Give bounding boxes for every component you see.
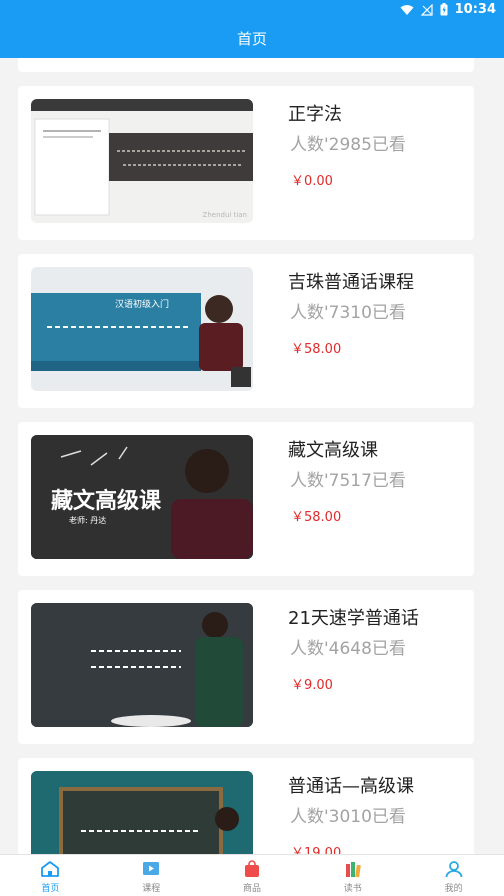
status-icons: 10:34 [400,2,496,17]
wifi-icon [400,4,414,15]
course-card[interactable]: 普通话—高级课 人数'3010已看 ￥19.00 [18,758,474,854]
course-price: ￥19.00 [291,846,342,854]
books-icon [345,862,361,878]
course-price: ￥9.00 [291,678,333,693]
user-icon [445,861,462,878]
video-icon [143,862,160,875]
status-time: 10:34 [454,2,496,17]
course-price: ￥58.00 [291,342,342,357]
thumbnail-caption: 汉语初级入门 [115,300,170,310]
battery-icon [440,3,448,16]
course-card[interactable]: Zhendui tian 正字法 人数'2985已看 ￥0.00 [18,86,474,240]
status-bar: 10:34 [0,0,504,20]
course-thumbnail[interactable]: 藏文高级课 老师: 丹达 [31,435,253,559]
course-viewers: 人数'3010已看 [290,807,406,827]
course-viewers: 人数'2985已看 [290,135,406,155]
bottom-tab-bar: 首页 课程 商品 读书 我的 [0,854,504,896]
tab-label: 读书 [343,884,362,894]
signal-icon [420,3,433,16]
thumbnail-title: 藏文高级课 [51,489,162,514]
course-viewers: 人数'7310已看 [290,303,406,323]
course-title[interactable]: 普通话—高级课 [288,772,414,798]
bag-icon [244,860,259,877]
tab-goods[interactable]: 商品 [202,855,303,896]
thumbnail-teacher: 老师: 丹达 [69,516,107,525]
course-viewers: 人数'4648已看 [290,639,406,659]
tab-mine[interactable]: 我的 [403,855,504,896]
tab-home[interactable]: 首页 [0,855,101,896]
thumbnail-art-2 [31,267,253,391]
course-title[interactable]: 正字法 [288,100,342,126]
course-thumbnail[interactable] [31,771,253,854]
previous-card-edge [18,58,474,72]
tab-label: 首页 [41,884,60,894]
tab-label: 商品 [242,884,261,894]
course-viewers: 人数'7517已看 [290,471,406,491]
thumbnail-art-1 [31,99,253,216]
course-thumbnail[interactable]: Zhendui tian [31,99,253,223]
app-header: 首页 [0,20,504,58]
course-card[interactable]: 汉语初级入门 吉珠普通话课程 人数'7310已看 ￥58.00 [18,254,474,408]
course-price: ￥58.00 [291,510,342,525]
thumbnail-art-5 [31,771,253,854]
tab-label: 课程 [142,884,161,894]
course-feed[interactable]: Zhendui tian 正字法 人数'2985已看 ￥0.00 汉语初级入门 … [0,58,504,854]
course-title[interactable]: 吉珠普通话课程 [288,268,414,294]
course-title[interactable]: 藏文高级课 [288,436,378,462]
tab-course[interactable]: 课程 [101,855,202,896]
course-thumbnail[interactable]: 汉语初级入门 [31,267,253,391]
course-thumbnail[interactable] [31,603,253,727]
page-title: 首页 [236,30,267,48]
thumbnail-caption: Zhendui tian [202,211,247,219]
course-card[interactable]: 21天速学普通话 人数'4648已看 ￥9.00 [18,590,474,744]
tab-reading[interactable]: 读书 [302,855,403,896]
home-icon [41,861,60,877]
thumbnail-art-4 [31,603,253,727]
course-title[interactable]: 21天速学普通话 [288,604,419,630]
course-price: ￥0.00 [291,174,333,189]
tab-label: 我的 [444,884,463,894]
course-card[interactable]: 藏文高级课 老师: 丹达 藏文高级课 人数'7517已看 ￥58.00 [18,422,474,576]
